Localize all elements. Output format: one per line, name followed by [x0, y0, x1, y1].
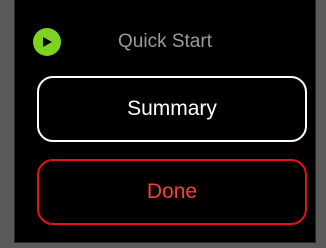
watch-screen: Quick Start Summary Done [14, 0, 316, 243]
summary-button[interactable]: Summary [37, 76, 307, 142]
done-button[interactable]: Done [37, 159, 307, 225]
title-bar: Quick Start [15, 0, 315, 62]
page-title: Quick Start [118, 31, 212, 52]
